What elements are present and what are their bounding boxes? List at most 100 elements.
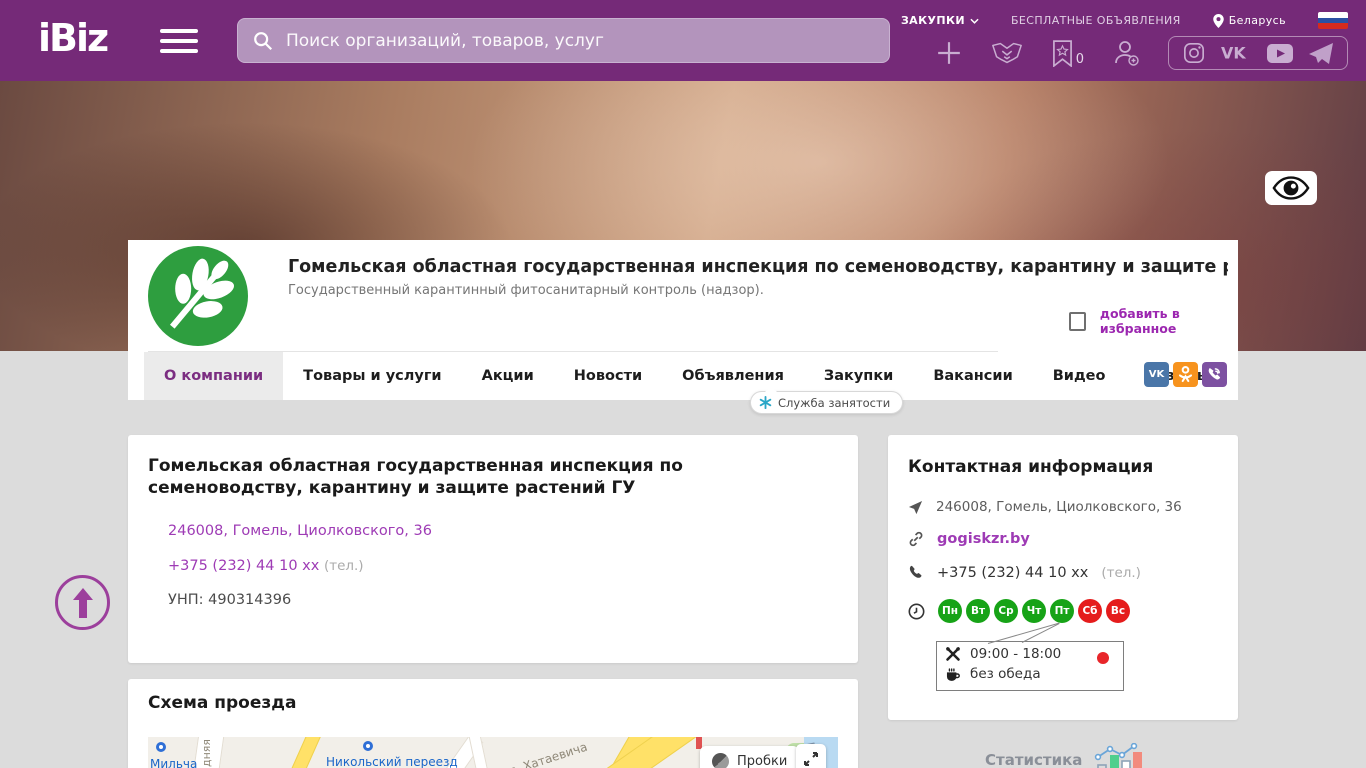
weekday-badges: Пн Вт Ср Чт Пт Сб Вс — [938, 599, 1130, 623]
vk-icon[interactable]: VK — [1221, 44, 1251, 62]
tab-video[interactable]: Видео — [1033, 352, 1126, 400]
search-input[interactable] — [286, 31, 875, 51]
about-card: Гомельская областная государственная инс… — [128, 435, 858, 663]
tab-products[interactable]: Товары и услуги — [283, 352, 461, 400]
favorite-checkbox[interactable] — [1069, 312, 1086, 331]
company-title: Гомельская областная государственная инс… — [288, 257, 1228, 277]
traffic-icon — [712, 753, 729, 768]
clock-icon — [908, 603, 925, 620]
arrow-up-icon — [72, 588, 94, 618]
day-badge-fri[interactable]: Пт — [1050, 599, 1074, 623]
add-to-favorites[interactable]: добавить в избранное — [1069, 306, 1238, 336]
location-pin-icon — [1213, 14, 1224, 28]
contact-address: 246008, Гомель, Циолковского, 36 — [936, 499, 1182, 515]
company-subtitle: Государственный карантинный фитосанитарн… — [288, 283, 764, 298]
top-header: iBiz ЗАКУПКИ БЕСПЛАТНЫЕ ОБЪЯВЛЕНИЯ Белар… — [0, 0, 1366, 81]
favorite-label: добавить в избранное — [1100, 306, 1238, 336]
directions-heading: Схема проезда — [128, 679, 858, 713]
map-marker — [156, 742, 166, 752]
free-ads-link[interactable]: БЕСПЛАТНЫЕ ОБЪЯВЛЕНИЯ — [1011, 14, 1181, 27]
closed-now-dot — [1097, 652, 1109, 664]
traffic-toggle-button[interactable]: Пробки — [700, 746, 799, 768]
day-badge-sun[interactable]: Вс — [1106, 599, 1130, 623]
viber-icon[interactable] — [1202, 362, 1227, 387]
contact-address-row: 246008, Гомель, Циолковского, 36 — [908, 499, 1182, 515]
working-hours-row: Пн Вт Ср Чт Пт Сб Вс — [908, 599, 1130, 623]
ibiz-logo[interactable]: iBiz — [38, 16, 107, 60]
employment-service-badge[interactable]: Служба занятости — [750, 391, 903, 414]
contact-phone-note: (тел.) — [1101, 565, 1141, 581]
company-phone-link[interactable]: +375 (232) 44 10 xx — [168, 558, 319, 574]
favorites-button[interactable]: 0 — [1052, 40, 1084, 67]
website-link[interactable]: gogiskzr.by — [937, 531, 1030, 547]
expand-icon — [803, 751, 819, 767]
day-badge-mon[interactable]: Пн — [938, 599, 962, 623]
country-label: Беларусь — [1229, 14, 1286, 27]
flag-russia-icon[interactable] — [1318, 12, 1348, 29]
company-header-card: Гомельская областная государственная инс… — [128, 240, 1238, 400]
day-badge-sat[interactable]: Сб — [1078, 599, 1102, 623]
company-tabs: О компании Товары и услуги Акции Новости… — [144, 352, 1230, 400]
plus-icon — [936, 40, 962, 66]
handshake-icon — [990, 41, 1024, 65]
employment-service-icon — [759, 396, 772, 409]
signin-button[interactable] — [1112, 39, 1140, 67]
zakupki-label: ЗАКУПКИ — [901, 14, 965, 27]
contact-website-row: gogiskzr.by — [908, 531, 1030, 547]
phone-note: (тел.) — [324, 558, 364, 574]
company-unp: УНП: 490314396 — [168, 592, 291, 608]
about-heading: Гомельская областная государственная инс… — [128, 435, 858, 499]
partners-button[interactable] — [990, 41, 1024, 65]
statistics-label: Статистика — [985, 751, 1082, 768]
company-logo — [148, 246, 248, 346]
telegram-icon[interactable] — [1309, 43, 1333, 64]
coffee-cup-icon — [945, 666, 961, 682]
country-selector[interactable]: Беларусь — [1213, 14, 1286, 28]
day-badge-tue[interactable]: Вт — [966, 599, 990, 623]
eye-icon — [1272, 176, 1310, 200]
map-fullscreen-button[interactable] — [796, 744, 826, 768]
statistics-link[interactable]: Статистика — [985, 743, 1146, 768]
svg-text:VK: VK — [1221, 44, 1246, 62]
hamburger-menu-icon[interactable] — [160, 29, 198, 53]
search-bar[interactable] — [237, 18, 890, 63]
company-address-link[interactable]: 246008, Гомель, Циолковского, 36 — [168, 523, 432, 539]
directions-card: Схема проезда Мильча дняя ул Никольский … — [128, 679, 858, 768]
user-add-icon — [1112, 39, 1140, 67]
stats-chart-icon — [1094, 743, 1146, 768]
contact-heading: Контактная информация — [888, 435, 1238, 477]
navigation-arrow-icon — [908, 500, 923, 515]
tools-icon — [945, 646, 961, 662]
map-label-milcha: Мильча — [150, 757, 197, 768]
day-badge-thu[interactable]: Чт — [1022, 599, 1046, 623]
bookmark-star-icon — [1052, 40, 1073, 67]
instagram-icon[interactable] — [1183, 42, 1205, 64]
scroll-to-top-button[interactable] — [55, 575, 110, 630]
tab-promos[interactable]: Акции — [462, 352, 554, 400]
favorites-count: 0 — [1076, 52, 1084, 67]
views-eye-button[interactable] — [1265, 171, 1317, 205]
working-hours-tooltip: 09:00 - 18:00 без обеда — [936, 641, 1124, 691]
employment-service-label: Служба занятости — [778, 396, 890, 410]
map-marker — [363, 741, 373, 751]
hours-value: 09:00 - 18:00 — [970, 646, 1061, 662]
tab-news[interactable]: Новости — [554, 352, 662, 400]
add-company-button[interactable] — [936, 40, 962, 66]
tab-about[interactable]: О компании — [144, 352, 283, 400]
company-social-links: VK — [1144, 362, 1227, 387]
tab-vacancies[interactable]: Вакансии — [913, 352, 1032, 400]
contact-info-card: Контактная информация 246008, Гомель, Ци… — [888, 435, 1238, 720]
map-canvas[interactable]: Мильча дняя ул Никольский переезд Сов ул… — [148, 737, 838, 768]
day-badge-wed[interactable]: Ср — [994, 599, 1018, 623]
search-icon — [252, 30, 274, 52]
lunch-value: без обеда — [970, 666, 1041, 682]
map-label-street: дняя ул — [200, 737, 213, 767]
vk-icon[interactable]: VK — [1144, 362, 1169, 387]
contact-phone[interactable]: +375 (232) 44 10 xx — [937, 565, 1088, 581]
chevron-down-icon — [970, 18, 979, 24]
zakupki-menu[interactable]: ЗАКУПКИ — [901, 14, 979, 27]
youtube-icon[interactable] — [1267, 44, 1293, 63]
traffic-label: Пробки — [737, 754, 787, 768]
tooltip-pointer — [1022, 623, 1060, 643]
odnoklassniki-icon[interactable] — [1173, 362, 1198, 387]
